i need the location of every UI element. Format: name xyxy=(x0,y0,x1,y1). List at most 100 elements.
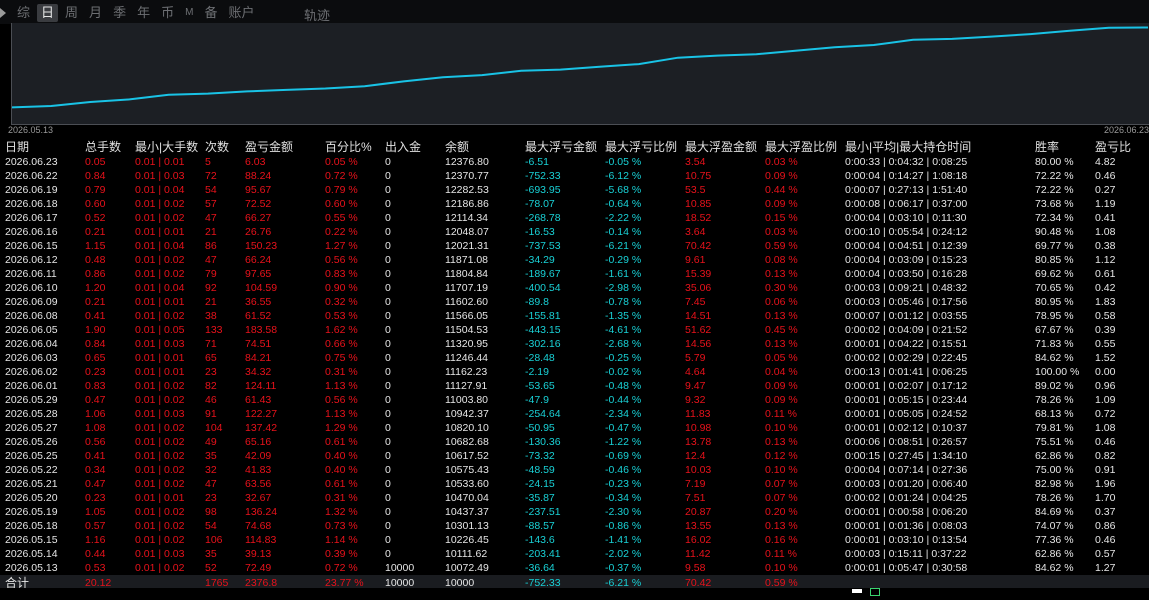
table-cell: 69.62 % xyxy=(1035,268,1074,280)
table-cell: 0 xyxy=(385,226,391,238)
table-cell: 61.52 xyxy=(245,310,272,322)
table-cell: 0.31 % xyxy=(325,492,358,504)
table-row[interactable]: 2026.05.26 0.56 0.01 | 0.02 49 65.16 0.61 % 0 1… xyxy=(0,435,1149,449)
table-cell: 0.11 % xyxy=(765,408,797,420)
table-cell: -0.23 % xyxy=(605,478,642,490)
scroll-marker-outline[interactable] xyxy=(870,588,880,596)
column-header[interactable]: 最小|平均|最大持仓时间 xyxy=(840,138,1030,155)
column-header[interactable]: 日期 xyxy=(0,138,80,155)
table-cell: 2026.06.19 xyxy=(5,184,58,196)
table-row[interactable]: 2026.06.15 1.15 0.01 | 0.04 86 150.23 1.27 % 0… xyxy=(0,239,1149,253)
tab-8[interactable]: 备 xyxy=(200,4,221,22)
column-header[interactable]: 胜率 xyxy=(1030,138,1090,155)
table-cell: 9.61 xyxy=(685,254,706,266)
tab-6[interactable]: 币 xyxy=(157,4,178,22)
trail-label[interactable]: 轨迹 xyxy=(304,5,330,24)
table-cell: 0.41 xyxy=(1095,212,1116,224)
table-row[interactable]: 2026.05.21 0.47 0.01 | 0.02 47 63.56 0.61 % 0 1… xyxy=(0,477,1149,491)
table-row[interactable]: 2026.06.10 1.20 0.01 | 0.04 92 104.59 0.90 % 0… xyxy=(0,281,1149,295)
column-header[interactable]: 最小|大手数 xyxy=(130,138,200,155)
table-row[interactable]: 2026.05.14 0.44 0.01 | 0.03 35 39.13 0.39 % 0 1… xyxy=(0,547,1149,561)
table-row[interactable]: 2026.06.12 0.48 0.01 | 0.02 47 66.24 0.56 % 0 1… xyxy=(0,253,1149,267)
table-row[interactable]: 2026.05.19 1.05 0.01 | 0.02 98 136.24 1.32 % 0… xyxy=(0,505,1149,519)
table-cell: 114.83 xyxy=(245,534,277,546)
table-cell: 0.45 % xyxy=(765,324,798,336)
table-cell: 0.60 % xyxy=(325,198,358,210)
column-header[interactable]: 百分比% xyxy=(320,138,380,155)
table-cell: -2.68 % xyxy=(605,338,642,350)
tab-4[interactable]: 季 xyxy=(109,4,130,22)
table-row[interactable]: 2026.06.23 0.05 0.01 | 0.01 5 6.03 0.05 % 0 123… xyxy=(0,155,1149,169)
table-row[interactable]: 2026.06.04 0.84 0.01 | 0.03 71 74.51 0.66 % 0 1… xyxy=(0,337,1149,351)
table-cell: 0 xyxy=(385,394,391,406)
table-row[interactable]: 2026.05.15 1.16 0.01 | 0.02 106 114.83 1.14 %… xyxy=(0,533,1149,547)
table-cell: -50.95 xyxy=(525,422,555,434)
table-cell: 0.86 xyxy=(85,268,106,280)
table-cell: 16.02 xyxy=(685,534,712,546)
table-row[interactable]: 2026.06.05 1.90 0.01 | 0.05 133 183.58 1.62 %… xyxy=(0,323,1149,337)
table-cell: 78.26 % xyxy=(1035,394,1074,406)
column-header[interactable]: 总手数 xyxy=(80,138,130,155)
column-header[interactable]: 盈亏比 xyxy=(1090,138,1149,155)
column-header[interactable]: 余额 xyxy=(440,138,520,155)
table-row[interactable]: 2026.05.22 0.34 0.01 | 0.02 32 41.83 0.40 % 0 1… xyxy=(0,463,1149,477)
table-row[interactable]: 2026.05.29 0.47 0.01 | 0.02 46 61.43 0.56 % 0 1… xyxy=(0,393,1149,407)
daily-stats-table: 日期 总手数 最小|大手数 次数 盈亏金额 百分比% 出入金 余额 最大浮亏金额 最大浮亏比例 最大… xyxy=(0,138,1149,591)
table-cell: 75.00 % xyxy=(1035,464,1074,476)
table-cell: 1.29 % xyxy=(325,422,358,434)
tab-5[interactable]: 年 xyxy=(133,4,154,22)
table-row[interactable]: 2026.05.25 0.41 0.01 | 0.02 35 42.09 0.40 % 0 1… xyxy=(0,449,1149,463)
table-cell: 0.47 xyxy=(85,478,106,490)
table-cell: 0 xyxy=(385,338,391,350)
column-header[interactable]: 最大浮亏金额 xyxy=(520,138,600,155)
table-row[interactable]: 2026.05.28 1.06 0.01 | 0.03 91 122.27 1.13 % 0… xyxy=(0,407,1149,421)
table-cell: 14.56 xyxy=(685,338,712,350)
table-row[interactable]: 2026.06.02 0.23 0.01 | 0.01 23 34.32 0.31 % 0 1… xyxy=(0,365,1149,379)
table-row[interactable]: 2026.06.03 0.65 0.01 | 0.01 65 84.21 0.75 % 0 1… xyxy=(0,351,1149,365)
table-row[interactable]: 2026.06.16 0.21 0.01 | 0.01 21 26.76 0.22 % 0 1… xyxy=(0,225,1149,239)
table-cell: 0:00:01 | 0:02:07 | 0:17:12 xyxy=(845,380,968,392)
tab-1[interactable]: 日 xyxy=(37,4,59,22)
tab-2[interactable]: 周 xyxy=(61,4,82,22)
table-cell: 0.38 xyxy=(1095,240,1116,252)
column-header[interactable]: 盈亏金额 xyxy=(240,138,320,155)
table-cell: -16.53 xyxy=(525,226,555,238)
table-cell: 1.27 % xyxy=(325,240,358,252)
table-cell: 92 xyxy=(205,282,217,294)
table-cell: 104 xyxy=(205,422,223,434)
column-header[interactable]: 最大浮盈比例 xyxy=(760,138,840,155)
table-cell: 0.01 | 0.01 xyxy=(135,352,185,364)
table-row[interactable]: 2026.06.22 0.84 0.01 | 0.03 72 88.24 0.72 % 0 1… xyxy=(0,169,1149,183)
table-cell: -0.86 % xyxy=(605,520,642,532)
tab-7[interactable]: M xyxy=(181,4,197,22)
table-cell: 0 xyxy=(385,436,391,448)
table-cell: 0:00:13 | 0:01:41 | 0:06:25 xyxy=(845,366,968,378)
table-cell: -89.8 xyxy=(525,296,549,308)
column-header[interactable]: 最大浮亏比例 xyxy=(600,138,680,155)
tab-3[interactable]: 月 xyxy=(85,4,106,22)
column-header[interactable]: 次数 xyxy=(200,138,240,155)
table-row[interactable]: 2026.06.11 0.86 0.01 | 0.02 79 97.65 0.83 % 0 1… xyxy=(0,267,1149,281)
table-row[interactable]: 2026.05.20 0.23 0.01 | 0.01 23 32.67 0.31 % 0 1… xyxy=(0,491,1149,505)
table-row[interactable]: 2026.06.09 0.21 0.01 | 0.01 21 36.55 0.32 % 0 1… xyxy=(0,295,1149,309)
table-cell: 0:00:02 | 0:01:24 | 0:04:25 xyxy=(845,492,968,504)
table-row[interactable]: 2026.05.13 0.53 0.01 | 0.02 52 72.49 0.72 % 10… xyxy=(0,561,1149,575)
collapse-arrow-icon[interactable] xyxy=(0,8,6,18)
column-header[interactable]: 出入金 xyxy=(380,138,440,155)
table-cell: 0.10 % xyxy=(765,562,798,574)
table-cell: 0:00:07 | 0:27:13 | 1:51:40 xyxy=(845,184,968,196)
table-row[interactable]: 2026.06.17 0.52 0.01 | 0.02 47 66.27 0.55 % 0 1… xyxy=(0,211,1149,225)
table-row[interactable]: 2026.05.18 0.57 0.01 | 0.02 54 74.68 0.73 % 0 1… xyxy=(0,519,1149,533)
table-row[interactable]: 2026.05.27 1.08 0.01 | 0.02 104 137.42 1.29 %… xyxy=(0,421,1149,435)
table-row[interactable]: 2026.06.01 0.83 0.01 | 0.02 82 124.11 1.13 % 0… xyxy=(0,379,1149,393)
table-row[interactable]: 2026.06.08 0.41 0.01 | 0.02 38 61.52 0.53 % 0 1… xyxy=(0,309,1149,323)
table-cell: -752.33 xyxy=(525,170,561,182)
tab-0[interactable]: 综 xyxy=(13,4,34,22)
column-header[interactable]: 最大浮盈金额 xyxy=(680,138,760,155)
table-row[interactable]: 2026.06.19 0.79 0.01 | 0.04 54 95.67 0.79 % 0 1… xyxy=(0,183,1149,197)
tab-9[interactable]: 账户 xyxy=(224,4,258,22)
table-cell: 80.85 % xyxy=(1035,254,1074,266)
table-row[interactable]: 2026.06.18 0.60 0.01 | 0.02 57 72.52 0.60 % 0 1… xyxy=(0,197,1149,211)
table-cell: -34.29 xyxy=(525,254,555,266)
scroll-marker[interactable] xyxy=(852,589,862,593)
